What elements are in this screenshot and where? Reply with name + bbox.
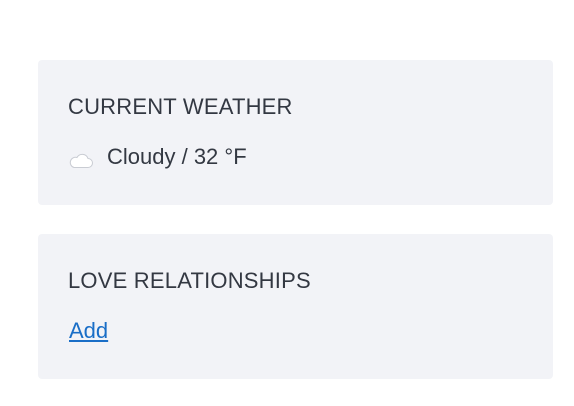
current-weather-title: CURRENT WEATHER <box>68 94 293 119</box>
love-relationships-card: LOVE RELATIONSHIPS Add <box>38 234 553 379</box>
weather-condition-text: Cloudy / 32 °F <box>107 144 247 169</box>
current-weather-card: CURRENT WEATHER Cloudy / 32 °F <box>38 60 553 205</box>
cloud-icon <box>68 149 94 168</box>
add-relationship-link[interactable]: Add <box>69 318 108 344</box>
weather-summary: Cloudy / 32 °F <box>68 144 247 170</box>
love-relationships-title: LOVE RELATIONSHIPS <box>68 268 311 293</box>
